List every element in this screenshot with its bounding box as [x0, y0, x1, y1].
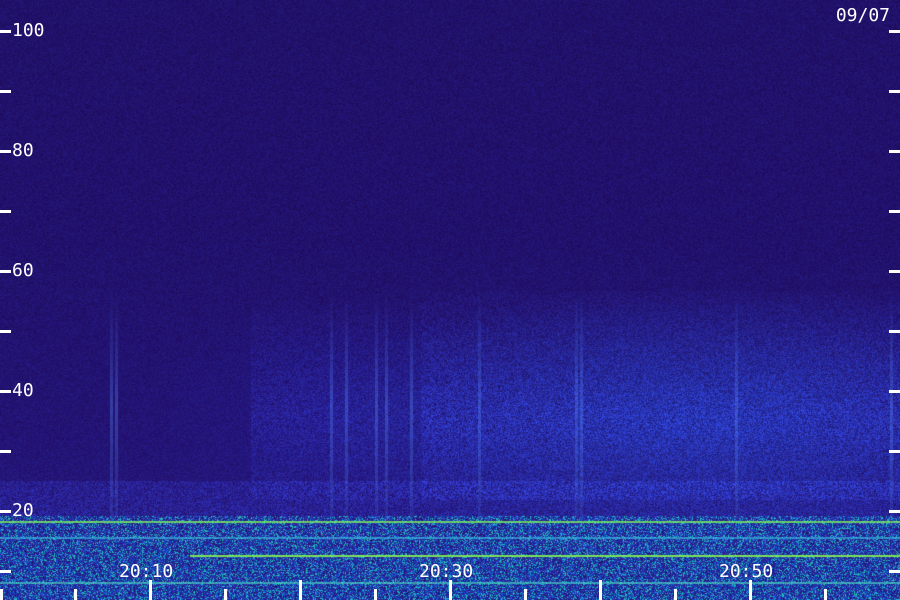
- y-tick-left: [0, 450, 11, 453]
- spectrogram-view: 09/07 100 80 60 40 20 20:10 20:30 20:50: [0, 0, 900, 600]
- y-tick-right: [889, 510, 900, 513]
- y-tick-left: [0, 510, 11, 513]
- y-label-60: 60: [12, 260, 34, 281]
- y-tick-right: [889, 150, 900, 153]
- y-label-80: 80: [12, 140, 34, 161]
- date-label: 09/07: [835, 5, 890, 26]
- y-tick-left: [0, 570, 11, 573]
- y-tick-left: [0, 150, 11, 153]
- y-tick-left: [0, 30, 11, 33]
- y-tick-left: [0, 90, 11, 93]
- y-tick-left: [0, 210, 11, 213]
- x-tick-minor: [824, 589, 827, 600]
- y-tick-right: [889, 450, 900, 453]
- y-tick-right: [889, 270, 900, 273]
- y-label-20: 20: [12, 500, 34, 521]
- y-tick-left: [0, 270, 11, 273]
- y-tick-right: [889, 570, 900, 573]
- x-tick-major: [599, 580, 602, 600]
- x-tick-minor: [674, 589, 677, 600]
- x-tick-major: [299, 580, 302, 600]
- x-tick-minor: [524, 589, 527, 600]
- x-tick-minor: [374, 589, 377, 600]
- y-tick-right: [889, 390, 900, 393]
- x-label-2050: 20:50: [719, 561, 774, 582]
- y-tick-right: [889, 210, 900, 213]
- x-tick-major: [149, 580, 152, 600]
- x-tick-major: [0, 589, 3, 600]
- y-tick-right: [889, 90, 900, 93]
- y-label-40: 40: [12, 380, 34, 401]
- y-tick-left: [0, 330, 11, 333]
- x-tick-major: [449, 580, 452, 600]
- x-tick-major: [749, 580, 752, 600]
- y-tick-left: [0, 390, 11, 393]
- spectrogram-canvas: [0, 0, 900, 600]
- x-label-2030: 20:30: [419, 561, 474, 582]
- x-tick-minor: [74, 589, 77, 600]
- x-label-2010: 20:10: [119, 561, 174, 582]
- y-label-100: 100: [12, 20, 45, 41]
- y-tick-right: [889, 330, 900, 333]
- y-tick-right: [889, 30, 900, 33]
- x-tick-minor: [224, 589, 227, 600]
